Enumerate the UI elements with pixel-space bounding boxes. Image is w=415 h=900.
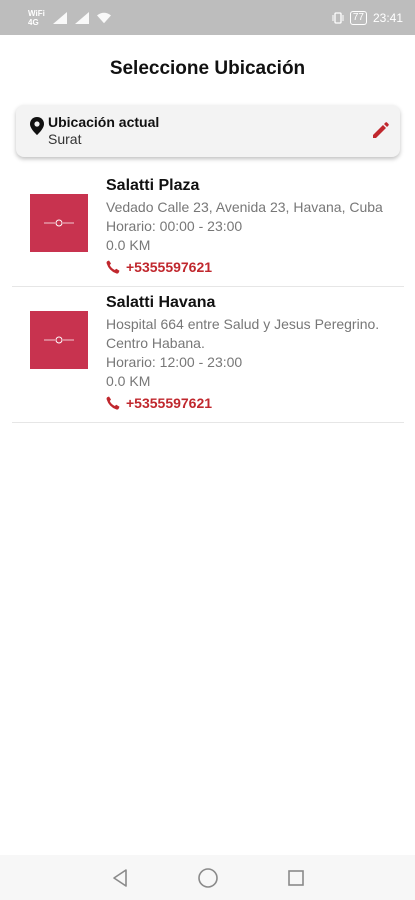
store-thumbnail — [30, 311, 88, 369]
current-location-card[interactable]: Ubicación actual Surat — [16, 105, 400, 157]
current-location-text: Ubicación actual Surat — [48, 114, 370, 148]
store-distance: 0.0 KM — [106, 237, 151, 253]
store-list: Salatti Plaza Vedado Calle 23, Avenida 2… — [12, 170, 404, 423]
wifi-icon — [96, 12, 111, 23]
home-button[interactable] — [197, 867, 219, 889]
battery-icon: 77 — [349, 10, 367, 25]
status-left: WiFi 4G — [28, 9, 111, 27]
signal-icon — [52, 11, 67, 24]
store-item[interactable]: Salatti Havana Hospital 664 entre Salud … — [12, 287, 404, 423]
phone-icon — [106, 396, 120, 410]
store-address: Hospital 664 entre Salud y Jesus Peregri… — [106, 316, 380, 351]
store-name: Salatti Havana — [106, 294, 216, 311]
back-button[interactable] — [109, 867, 131, 889]
salatti-logo-icon — [44, 336, 74, 344]
store-phone-link[interactable]: +5355597621 — [106, 258, 404, 276]
current-location-label: Ubicación actual — [48, 114, 160, 130]
recents-button[interactable] — [285, 867, 307, 889]
store-info: Salatti Plaza Vedado Calle 23, Avenida 2… — [106, 176, 404, 276]
store-phone-link[interactable]: +5355597621 — [106, 394, 404, 412]
network-label-top: WiFi — [28, 8, 45, 18]
store-info: Salatti Havana Hospital 664 entre Salud … — [106, 293, 404, 412]
status-right: 77 23:41 — [332, 10, 403, 25]
store-distance: 0.0 KM — [106, 373, 151, 389]
status-time: 23:41 — [372, 10, 403, 25]
store-item[interactable]: Salatti Plaza Vedado Calle 23, Avenida 2… — [12, 170, 404, 287]
store-phone-number: +5355597621 — [126, 395, 213, 411]
store-thumbnail — [30, 194, 88, 252]
store-name: Salatti Plaza — [106, 177, 200, 194]
network-label-bottom: 4G — [28, 17, 39, 27]
location-pin-icon — [30, 117, 44, 135]
current-location-value: Surat — [48, 131, 82, 147]
network-type: WiFi 4G — [28, 9, 45, 27]
back-triangle-icon — [112, 868, 127, 887]
status-bar: WiFi 4G 77 23:41 — [0, 0, 415, 35]
signal-icon-2 — [74, 11, 89, 24]
store-address: Vedado Calle 23, Avenida 23, Havana, Cub… — [106, 199, 383, 215]
vibrate-icon — [332, 11, 344, 24]
home-circle-icon — [197, 867, 218, 888]
store-phone-number: +5355597621 — [126, 259, 213, 275]
phone-icon — [106, 260, 120, 274]
edit-pencil-icon[interactable] — [370, 121, 390, 141]
salatti-logo-icon — [44, 219, 74, 227]
page-title: Seleccione Ubicación — [109, 58, 306, 79]
store-hours: Horario: 12:00 - 23:00 — [106, 354, 243, 370]
system-nav-bar — [0, 855, 415, 900]
recents-square-icon — [287, 869, 304, 886]
store-hours: Horario: 00:00 - 23:00 — [106, 218, 243, 234]
